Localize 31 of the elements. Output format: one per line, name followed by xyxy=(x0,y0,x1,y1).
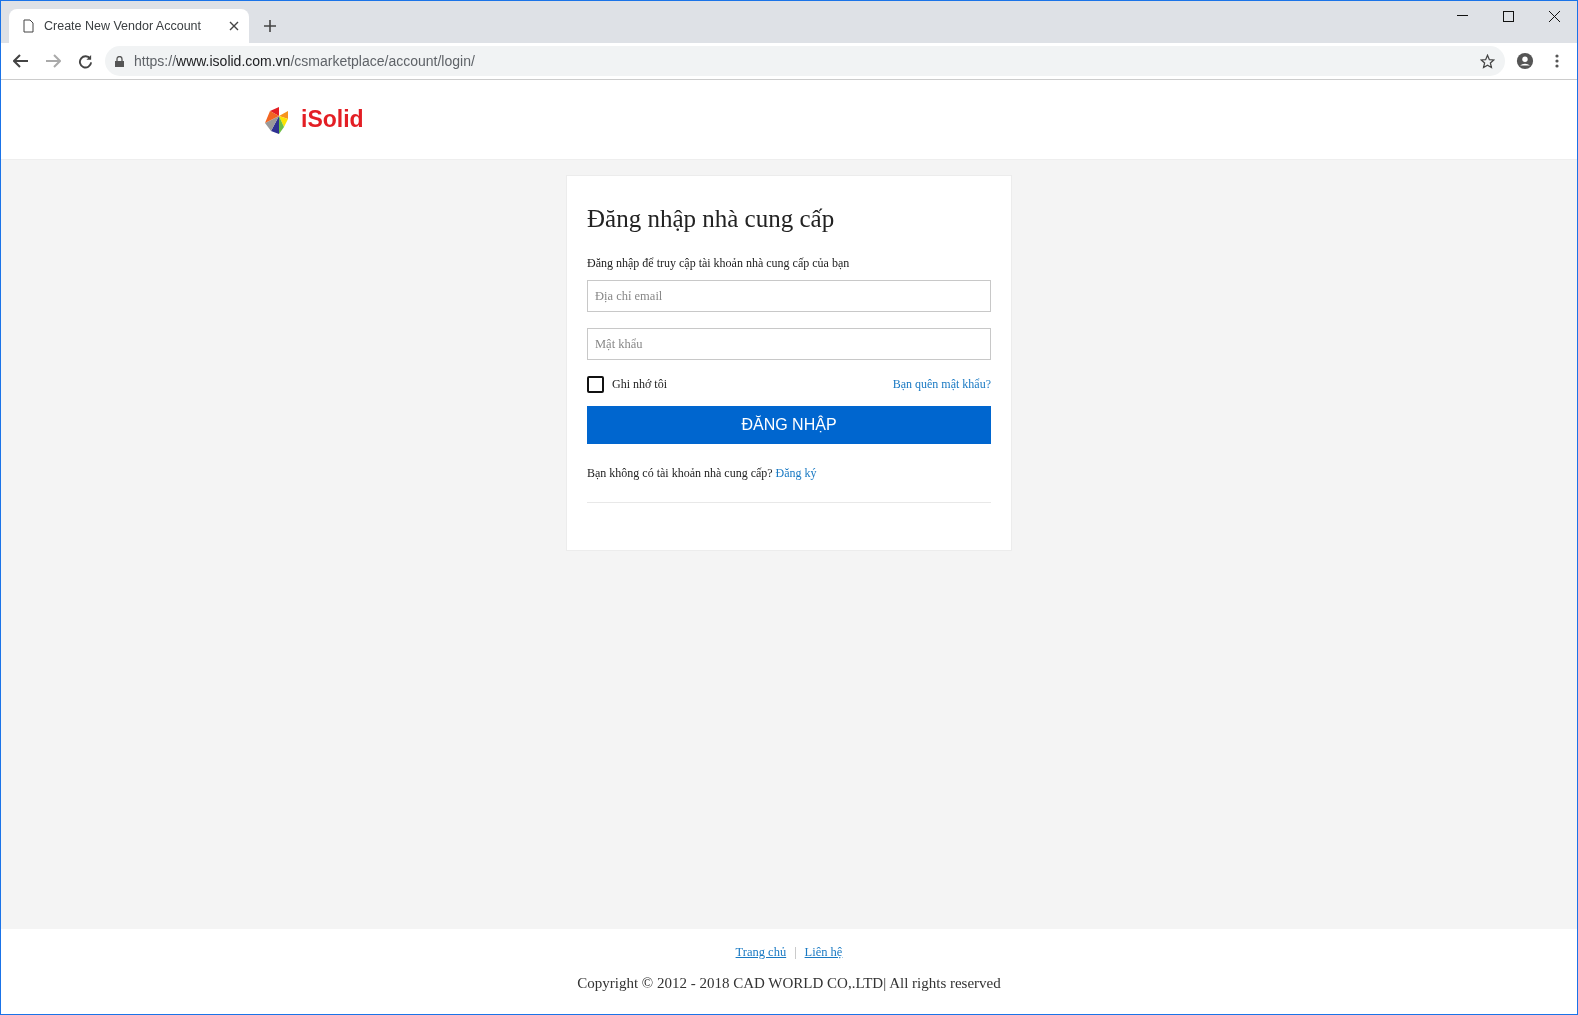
remember-label: Ghi nhớ tôi xyxy=(612,376,667,393)
browser-tab[interactable]: Create New Vendor Account xyxy=(9,9,249,43)
remember-checkbox[interactable] xyxy=(587,375,604,393)
maximize-icon[interactable] xyxy=(1502,10,1514,22)
signup-prompt: Bạn không có tài khoản nhà cung cấp? xyxy=(587,466,773,480)
tab-title: Create New Vendor Account xyxy=(44,17,203,35)
separator: | xyxy=(794,944,797,962)
page-icon xyxy=(23,19,34,33)
input-field[interactable]: Mật khẩu xyxy=(587,328,991,360)
close-icon[interactable] xyxy=(1548,10,1560,22)
reload-icon[interactable] xyxy=(77,53,93,69)
star-icon[interactable] xyxy=(1480,53,1495,69)
account-icon[interactable] xyxy=(1516,52,1534,70)
new-tab-icon[interactable] xyxy=(263,19,277,33)
minimize-icon[interactable] xyxy=(1456,15,1468,17)
footer-link[interactable]: Liên hệ xyxy=(804,943,843,962)
address-bar[interactable]: https://www.isolid.com.vn/csmarketplace/account/login/ xyxy=(105,46,1505,76)
forgot-password-link[interactable]: Bạn quên mật khẩu? xyxy=(892,375,991,393)
menu-icon[interactable] xyxy=(1555,54,1559,68)
copyright-text: Copyright © 2012 - 2018 CAD WORLD CO,.LTD| All rights reserved xyxy=(577,973,1001,993)
close-icon[interactable] xyxy=(229,21,239,31)
login-subtitle: Đăng nhập để truy cập tài khoản nhà cung cấp của bạn xyxy=(587,255,851,272)
logo-text: iSolid xyxy=(301,105,364,135)
back-arrow-icon[interactable] xyxy=(13,54,29,68)
input-field[interactable]: Địa chỉ email xyxy=(587,280,991,312)
signup-link[interactable]: Đăng ký xyxy=(775,466,817,480)
lock-icon xyxy=(115,55,124,67)
login-title: Đăng nhập nhà cung cấp xyxy=(587,204,836,234)
footer-link[interactable]: Trang chủ xyxy=(735,943,787,962)
url-text: https://www.isolid.com.vn/csmarketplace/account/login/ xyxy=(134,51,476,71)
login-button[interactable]: ĐĂNG NHẬP xyxy=(587,406,991,444)
